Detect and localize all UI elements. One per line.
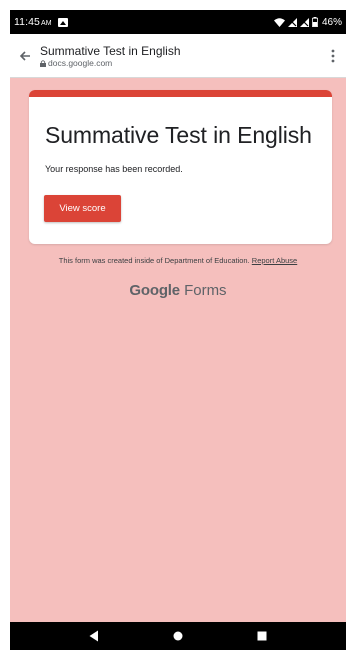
logo-google-word: Google <box>129 282 180 299</box>
status-icons: 46% <box>273 16 342 28</box>
view-score-button[interactable]: View score <box>44 195 121 222</box>
card-accent-bar <box>29 90 332 97</box>
google-forms-logo[interactable]: Google Forms <box>10 282 346 299</box>
image-notification-icon <box>57 17 68 27</box>
phone-screen: 11:45AM 46% Summative Test in English do… <box>10 10 346 650</box>
page-title: Summative Test in English <box>40 43 181 58</box>
logo-forms-word: Forms <box>184 282 227 299</box>
status-time: 11:45AM <box>14 16 52 28</box>
lock-icon <box>40 59 46 67</box>
battery-percent: 46% <box>321 16 342 28</box>
nav-home-button[interactable] <box>163 622 193 650</box>
no-signal-icon <box>287 17 297 27</box>
browser-toolbar: Summative Test in English docs.google.co… <box>10 34 346 78</box>
wifi-icon <box>273 17 285 27</box>
no-signal-icon-2 <box>299 17 309 27</box>
page-domain: docs.google.com <box>40 58 320 69</box>
form-title: Summative Test in English <box>45 122 312 148</box>
nav-recents-button[interactable] <box>247 622 277 650</box>
report-abuse-link[interactable]: Report Abuse <box>252 256 297 265</box>
form-footer: This form was created inside of Departme… <box>10 256 346 265</box>
more-options-button[interactable] <box>320 34 346 78</box>
response-recorded-message: Your response has been recorded. <box>45 164 183 174</box>
navigation-bar <box>10 622 346 650</box>
nav-home-circle-icon <box>173 631 183 641</box>
nav-recents-square-icon <box>257 631 267 641</box>
nav-back-triangle-icon <box>89 630 98 642</box>
back-button[interactable] <box>10 34 40 78</box>
back-arrow-icon <box>19 50 30 61</box>
battery-icon <box>312 17 318 27</box>
kebab-menu-icon <box>331 49 335 62</box>
created-inside-text: This form was created inside of Departme… <box>58 256 250 265</box>
nav-back-button[interactable] <box>79 622 109 650</box>
page-content: Summative Test in English Your response … <box>10 78 346 632</box>
confirmation-card: Summative Test in English Your response … <box>29 90 332 244</box>
url-area[interactable]: Summative Test in English docs.google.co… <box>40 43 320 69</box>
status-bar: 11:45AM 46% <box>10 10 346 34</box>
